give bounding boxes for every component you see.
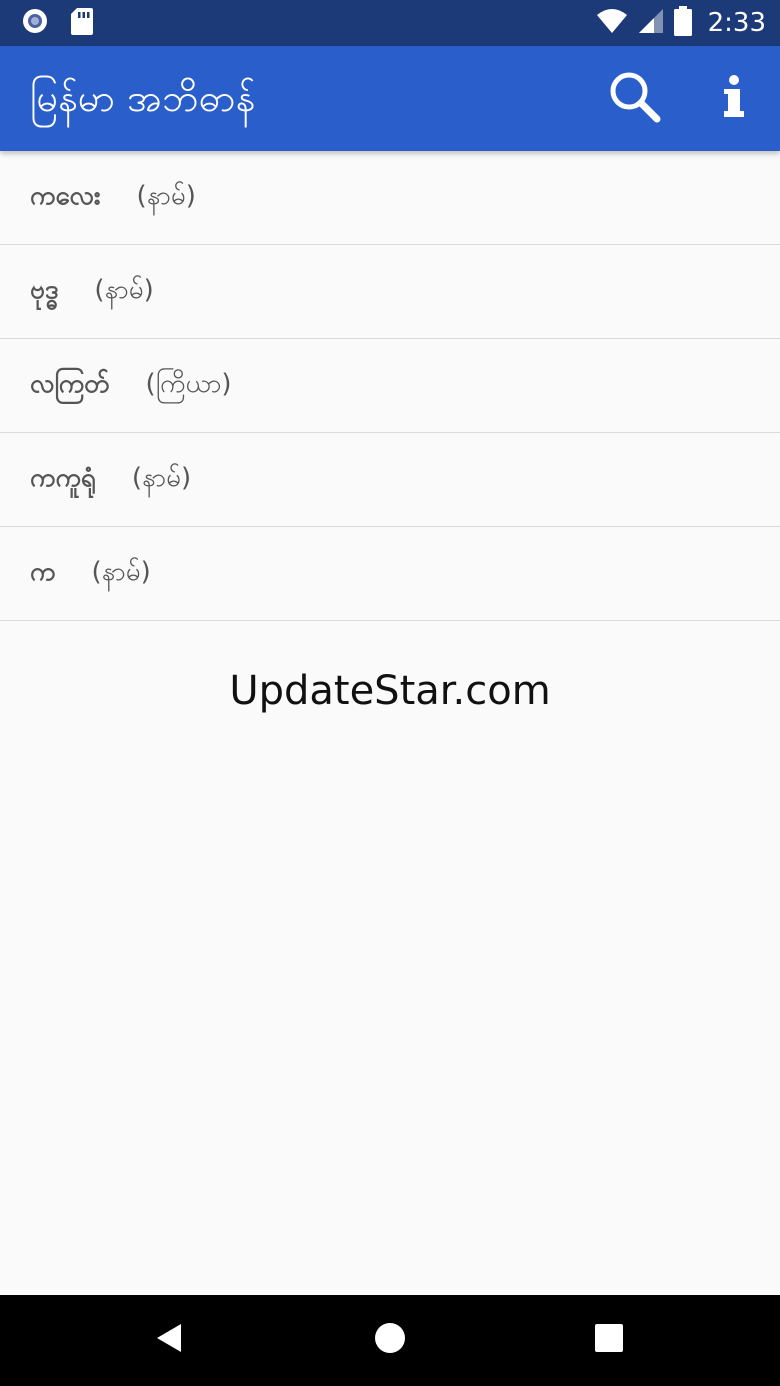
sd-card-icon	[70, 6, 94, 40]
back-icon	[153, 1321, 187, 1359]
word-text: လကြတ်	[30, 369, 110, 399]
word-part-of-speech: (နာမ်)	[136, 181, 196, 211]
app-title: မြန်မာ အဘိဓာန်	[30, 76, 256, 120]
wifi-icon	[596, 8, 628, 38]
word-row[interactable]: ကကူရုံ (နာမ်)	[0, 433, 780, 527]
word-text: ကကူရုံ	[30, 463, 96, 493]
word-text: ကလေး	[30, 181, 101, 211]
word-text: က	[30, 557, 56, 587]
info-icon	[721, 74, 747, 122]
status-time: 2:33	[707, 8, 766, 38]
word-row[interactable]: ဗုဒ္ဓ (နာမ်)	[0, 245, 780, 339]
home-button[interactable]	[360, 1310, 420, 1370]
info-button[interactable]	[704, 68, 764, 128]
app-bar: မြန်မာ အဘိဓာန်	[0, 46, 780, 151]
recents-button[interactable]	[579, 1310, 639, 1370]
word-row[interactable]: လကြတ် (ကြိယာ)	[0, 339, 780, 433]
signal-icon	[638, 8, 664, 38]
home-icon	[373, 1321, 407, 1359]
search-icon	[606, 68, 662, 128]
word-row[interactable]: က (နာမ်)	[0, 527, 780, 621]
navigation-bar	[0, 1295, 780, 1386]
word-part-of-speech: (နာမ်)	[91, 557, 151, 587]
word-part-of-speech: (နာမ်)	[131, 463, 192, 493]
word-part-of-speech: (ကြိယာ)	[145, 369, 232, 399]
back-button[interactable]	[140, 1310, 200, 1370]
search-button[interactable]	[604, 68, 664, 128]
recents-icon	[593, 1322, 625, 1358]
status-bar: 2:33	[0, 0, 780, 46]
word-text: ဗုဒ္ဓ	[30, 275, 59, 305]
status-left-icons	[20, 7, 94, 39]
record-icon	[20, 6, 50, 40]
watermark-text: UpdateStar.com	[229, 668, 551, 714]
word-part-of-speech: (နာမ်)	[94, 275, 154, 305]
word-list: ကလေး (နာမ်) ဗုဒ္ဓ (နာမ်) လကြတ် (ကြိယာ) က…	[0, 151, 780, 621]
status-right-icons: 2:33	[596, 6, 766, 40]
battery-icon	[673, 6, 692, 40]
word-row[interactable]: ကလေး (နာမ်)	[0, 151, 780, 245]
